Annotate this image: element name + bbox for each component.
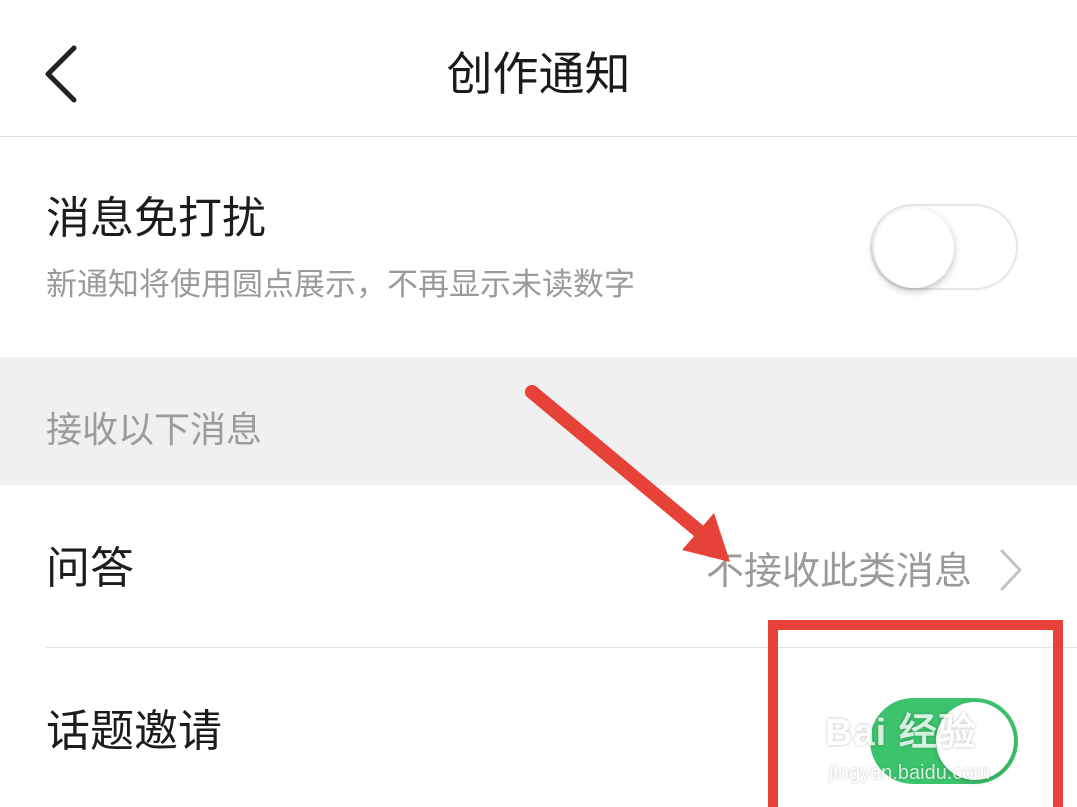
watermark-brand: Bai 经验 [825, 712, 977, 754]
do-not-disturb-subtitle: 新通知将使用圆点展示，不再显示未读数字 [46, 267, 635, 303]
do-not-disturb-toggle[interactable] [870, 204, 1018, 290]
watermark-url: jingyan.baidu.com [829, 762, 991, 784]
section-header: 接收以下消息 [0, 357, 1077, 485]
do-not-disturb-row: 消息免打扰 新通知将使用圆点展示，不再显示未读数字 [0, 137, 1077, 357]
toggle-knob [874, 208, 954, 288]
chevron-right-icon [996, 545, 1026, 595]
topic-invite-title: 话题邀请 [46, 706, 222, 757]
do-not-disturb-title: 消息免打扰 [46, 193, 266, 244]
qa-title: 问答 [46, 543, 134, 594]
qa-status-value: 不接收此类消息 [705, 549, 972, 593]
section-label: 接收以下消息 [46, 410, 263, 451]
page-title: 创作通知 [446, 47, 631, 101]
nav-header: 创作通知 [0, 0, 1077, 137]
watermark: Bai 经验 jingyan.baidu.com [825, 708, 1065, 798]
